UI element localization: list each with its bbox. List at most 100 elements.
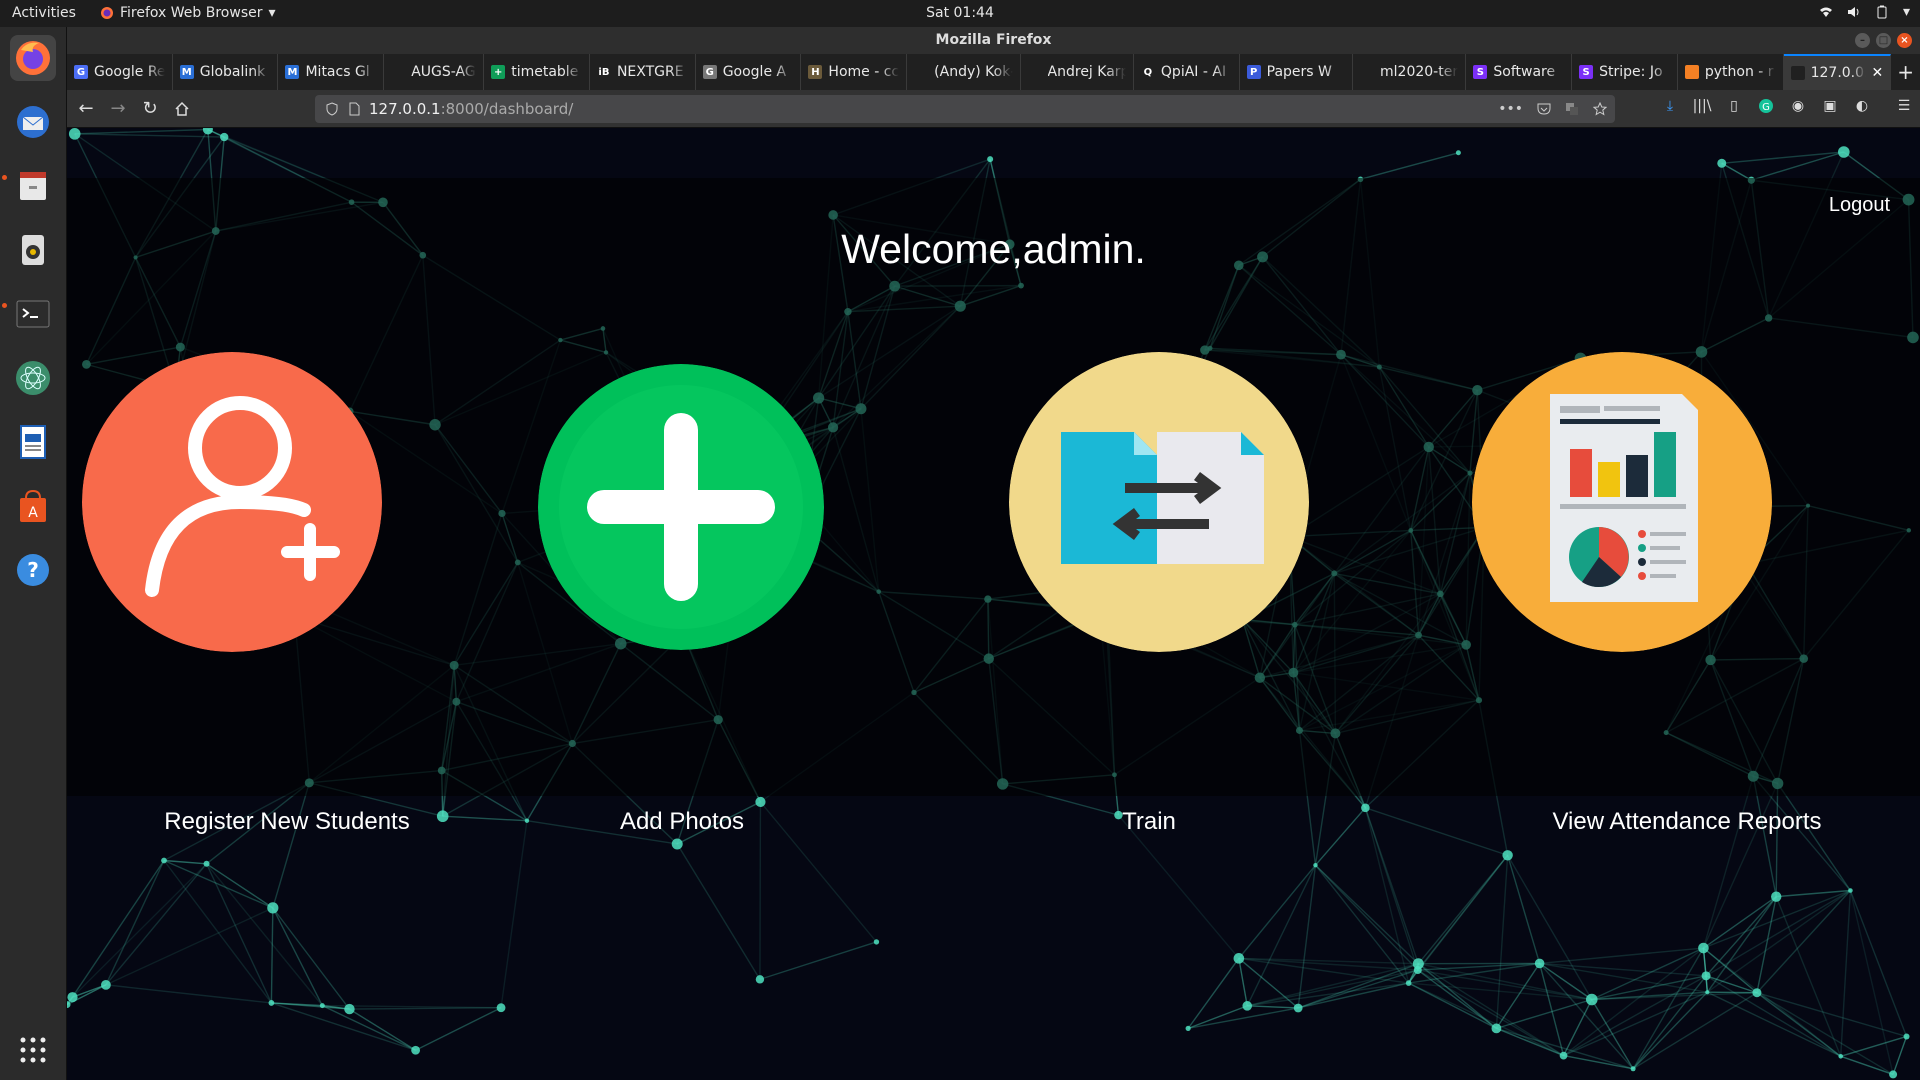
- attendance-reports-card[interactable]: View Attendance Reports: [1462, 352, 1920, 835]
- tab-label: ml2020-term: [1380, 64, 1458, 80]
- system-top-bar: Activities Firefox Web Browser ▾ Sat 01:…: [0, 0, 1920, 27]
- url-bar[interactable]: 127.0.0.1:8000/dashboard/ •••: [315, 95, 1615, 123]
- browser-tab[interactable]: S Stripe: Jo: [1572, 54, 1678, 90]
- forward-button[interactable]: →: [105, 96, 131, 122]
- activities-button[interactable]: Activities: [12, 5, 76, 21]
- report-icon: [1472, 352, 1772, 652]
- browser-tab[interactable]: M Globalink: [173, 54, 279, 90]
- favicon-icon: [1790, 66, 1805, 80]
- dock-files[interactable]: [10, 163, 56, 209]
- bookmark-star-icon[interactable]: [1593, 102, 1607, 116]
- dashboard-page: Logout Welcome,admin. Register New Stude…: [67, 128, 1920, 1080]
- running-indicator: [2, 303, 7, 308]
- account-icon[interactable]: ◉: [1788, 96, 1808, 116]
- favicon-icon: iB: [596, 65, 611, 79]
- library-icon[interactable]: |||\: [1692, 96, 1712, 116]
- dock-terminal[interactable]: [10, 291, 56, 337]
- card-label: Add Photos: [619, 808, 745, 835]
- browser-tab[interactable]: M Mitacs Gl: [278, 54, 385, 90]
- tab-label: 127.0.0.1:8: [1810, 65, 1866, 81]
- svg-text:?: ?: [27, 558, 39, 582]
- train-card[interactable]: Train: [1007, 352, 1467, 835]
- tab-label: Andrej Karpa: [1047, 64, 1126, 80]
- browser-tab[interactable]: H Home - cc: [801, 54, 908, 90]
- grammarly-icon[interactable]: G: [1756, 96, 1776, 116]
- browser-tab[interactable]: (Andy) Kok-L: [907, 54, 1021, 90]
- browser-tab[interactable]: G Google Re: [67, 54, 173, 90]
- battery-icon: [1877, 5, 1887, 19]
- tab-label: AUGS-AGSR: [411, 64, 476, 80]
- menu-icon[interactable]: ☰: [1894, 96, 1914, 116]
- shopping-bag-icon: A: [20, 489, 46, 522]
- dock-help[interactable]: ?: [10, 547, 56, 593]
- new-tab-button[interactable]: +: [1891, 54, 1920, 90]
- favicon-icon: [1027, 65, 1042, 79]
- pocket-icon[interactable]: [1537, 102, 1551, 116]
- browser-tab[interactable]: Andrej Karpa: [1021, 54, 1134, 90]
- minimize-button[interactable]: –: [1855, 33, 1870, 48]
- favicon-icon: H: [808, 65, 823, 79]
- show-apps-button[interactable]: [10, 1027, 56, 1073]
- maximize-button[interactable]: □: [1876, 33, 1891, 48]
- browser-tab[interactable]: + timetable: [484, 54, 590, 90]
- tab-label: Google Re: [94, 64, 165, 80]
- firefox-icon: [101, 7, 113, 19]
- help-icon: ?: [17, 554, 49, 586]
- favicon-icon: [1684, 65, 1699, 79]
- clock[interactable]: Sat 01:44: [926, 5, 994, 21]
- close-tab-icon[interactable]: ✕: [1872, 65, 1884, 81]
- translate-icon[interactable]: ▣: [1820, 96, 1840, 116]
- chevron-down-icon: ▾: [1902, 4, 1910, 20]
- home-button[interactable]: [169, 96, 195, 122]
- app-menu[interactable]: Firefox Web Browser ▾: [100, 5, 276, 21]
- shield-icon: [326, 102, 338, 116]
- browser-tab[interactable]: AUGS-AGSR: [384, 54, 485, 90]
- welcome-heading: Welcome,admin.: [841, 226, 1146, 272]
- plus-icon: [538, 364, 824, 650]
- card-label: Register New Students: [164, 808, 410, 835]
- download-icon[interactable]: ⤓: [1660, 96, 1680, 116]
- favicon-icon: [391, 65, 406, 79]
- favicon-icon: [1360, 65, 1375, 79]
- register-students-card[interactable]: Register New Students: [67, 352, 527, 835]
- file-cabinet-icon: [20, 172, 46, 200]
- add-photos-card[interactable]: Add Photos: [527, 352, 987, 835]
- page-actions-icon[interactable]: •••: [1498, 95, 1523, 123]
- browser-tab[interactable]: 127.0.0.1:8 ✕: [1783, 54, 1892, 90]
- favicon-icon: P: [1246, 65, 1261, 79]
- dock-firefox[interactable]: [10, 35, 56, 81]
- browser-tab[interactable]: ml2020-term: [1353, 54, 1467, 90]
- favicon-icon: Q: [1140, 65, 1155, 79]
- dock-atom[interactable]: [10, 355, 56, 401]
- dock-thunderbird[interactable]: [10, 99, 56, 145]
- speaker-icon: [22, 235, 44, 265]
- wifi-icon: [1819, 7, 1832, 17]
- browser-tab[interactable]: P Papers W: [1240, 54, 1354, 90]
- close-window-button[interactable]: ×: [1897, 33, 1912, 48]
- sidebar-icon[interactable]: ▯: [1724, 96, 1744, 116]
- tab-label: Software: [1493, 64, 1556, 80]
- browser-tab[interactable]: G Google A: [696, 54, 802, 90]
- dock-writer[interactable]: [10, 419, 56, 465]
- chevron-down-icon: ▾: [268, 5, 276, 21]
- tab-label: Stripe: Jo: [1599, 64, 1663, 80]
- card-label: Train: [1122, 808, 1176, 835]
- back-button[interactable]: ←: [73, 96, 99, 122]
- dock-software[interactable]: A: [10, 483, 56, 529]
- tab-label: Mitacs Gl: [305, 64, 370, 80]
- volume-icon: [1847, 7, 1859, 17]
- browser-tab[interactable]: Q QpiAI - AI: [1134, 54, 1240, 90]
- dock-rhythmbox[interactable]: [10, 227, 56, 273]
- tab-label: Google A: [722, 64, 787, 80]
- tab-label: Papers W: [1266, 64, 1332, 80]
- logout-link[interactable]: Logout: [1829, 194, 1890, 217]
- reload-button[interactable]: ↻: [137, 96, 163, 122]
- system-tray[interactable]: ▾: [1819, 4, 1910, 20]
- browser-tab[interactable]: iB NEXTGRE: [590, 54, 696, 90]
- mail-icon: [17, 106, 49, 138]
- reload-icon: ↻: [142, 98, 158, 119]
- browser-tab[interactable]: python - r: [1678, 54, 1784, 90]
- browser-tab[interactable]: S Software: [1466, 54, 1573, 90]
- translate-icon[interactable]: [1565, 102, 1579, 116]
- extension-icon[interactable]: ◐: [1852, 96, 1872, 116]
